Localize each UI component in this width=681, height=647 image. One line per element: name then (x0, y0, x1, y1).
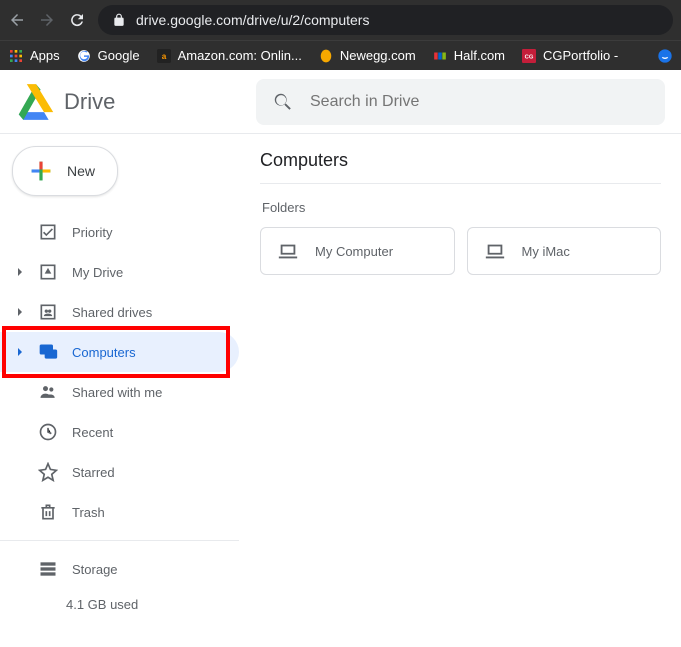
bookmarks-bar: Apps Google a Amazon.com: Onlin... Neweg… (0, 40, 681, 70)
amazon-favicon-icon: a (156, 48, 172, 64)
sidebar-item-recent[interactable]: Recent (0, 412, 239, 452)
bookmark-google[interactable]: Google (76, 48, 140, 64)
half-favicon-icon (432, 48, 448, 64)
main-content: Computers Folders My Computer My iMac (240, 134, 681, 647)
laptop-icon (277, 240, 299, 262)
folder-my-imac[interactable]: My iMac (467, 227, 662, 275)
sidebar-item-starred[interactable]: Starred (0, 452, 239, 492)
trash-icon (38, 502, 58, 522)
sidebar-item-shared-with-me[interactable]: Shared with me (0, 372, 239, 412)
laptop-icon (484, 240, 506, 262)
caret-right-icon[interactable] (16, 308, 24, 316)
bookmark-half[interactable]: Half.com (432, 48, 505, 64)
new-button[interactable]: New (12, 146, 118, 196)
caret-right-icon[interactable] (16, 268, 24, 276)
nav-divider (0, 540, 239, 541)
search-bar[interactable] (256, 79, 665, 125)
lock-icon (112, 13, 126, 27)
folder-my-computer[interactable]: My Computer (260, 227, 455, 275)
search-icon (272, 91, 294, 113)
sidebar-item-computers[interactable]: Computers (0, 332, 239, 372)
cg-favicon-icon: CG (521, 48, 537, 64)
folder-grid: My Computer My iMac (260, 227, 661, 275)
recent-icon (38, 422, 58, 442)
sidebar-item-trash[interactable]: Trash (0, 492, 239, 532)
search-input[interactable] (310, 93, 649, 111)
sidebar-item-shared-drives[interactable]: Shared drives (0, 292, 239, 332)
address-bar[interactable]: drive.google.com/drive/u/2/computers (98, 5, 673, 35)
priority-icon (38, 222, 58, 242)
browser-toolbar: drive.google.com/drive/u/2/computers (0, 0, 681, 40)
plus-icon (27, 157, 55, 185)
bookmark-cgportfolio[interactable]: CG CGPortfolio - (521, 48, 618, 64)
apps-grid-icon (8, 48, 24, 64)
svg-text:CG: CG (525, 54, 534, 60)
drive-logo-icon (16, 82, 56, 122)
overflow-favicon-icon[interactable] (657, 48, 673, 64)
caret-right-icon[interactable] (16, 348, 24, 356)
star-icon (38, 462, 58, 482)
computers-icon (38, 342, 58, 362)
product-name: Drive (64, 89, 115, 115)
nav-list: Priority My Drive Shared drives Computer… (0, 212, 239, 532)
storage-used-text: 4.1 GB used (0, 597, 239, 612)
bookmark-apps[interactable]: Apps (8, 48, 60, 64)
newegg-favicon-icon (318, 48, 334, 64)
drive-logo-area[interactable]: Drive (16, 82, 256, 122)
sidebar-item-priority[interactable]: Priority (0, 212, 239, 252)
drive-header: Drive (0, 70, 681, 134)
sidebar-item-storage[interactable]: Storage (0, 549, 239, 589)
mydrive-icon (38, 262, 58, 282)
reload-icon[interactable] (68, 11, 86, 29)
shared-with-me-icon (38, 382, 58, 402)
google-favicon-icon (76, 48, 92, 64)
shared-drives-icon (38, 302, 58, 322)
svg-text:a: a (161, 51, 166, 60)
bookmark-newegg[interactable]: Newegg.com (318, 48, 416, 64)
page-title: Computers (260, 150, 661, 184)
bookmark-amazon[interactable]: a Amazon.com: Onlin... (156, 48, 302, 64)
forward-icon[interactable] (38, 11, 56, 29)
storage-icon (38, 559, 58, 579)
folders-section-label: Folders (262, 200, 661, 215)
sidebar-item-mydrive[interactable]: My Drive (0, 252, 239, 292)
new-button-label: New (67, 163, 95, 179)
back-icon[interactable] (8, 11, 26, 29)
sidebar: New Priority My Drive Shared drives (0, 134, 240, 647)
url-text: drive.google.com/drive/u/2/computers (136, 12, 369, 28)
